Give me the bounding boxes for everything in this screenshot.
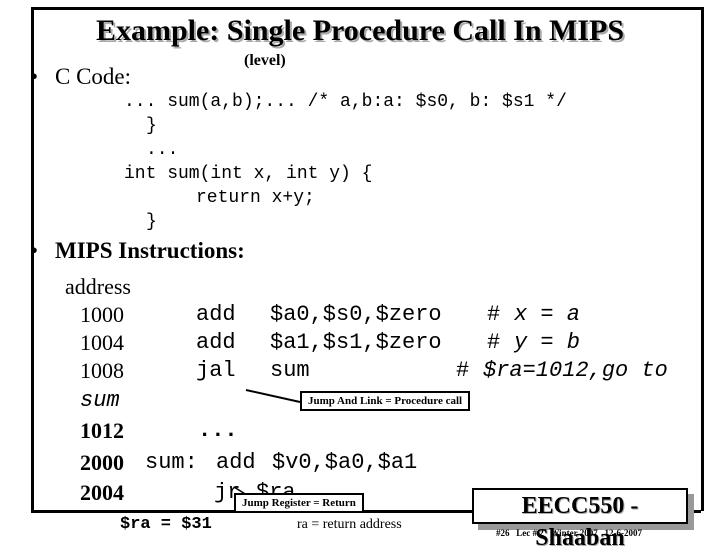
jal-callout-leader [245,389,301,403]
callout-leaders [233,389,301,498]
jr-callout: Jump Register = Return [234,493,364,513]
jal-callout: Jump And Link = Procedure call [300,391,471,411]
ra-register-note: $ra = $31 [120,515,212,534]
ra-meaning-note: ra = return address [297,517,402,532]
course-badge: EECC550 - Shaaban [472,488,688,551]
footer-info: #26 Lec # 2 Winter 2007 12-6-2007 [496,528,642,538]
